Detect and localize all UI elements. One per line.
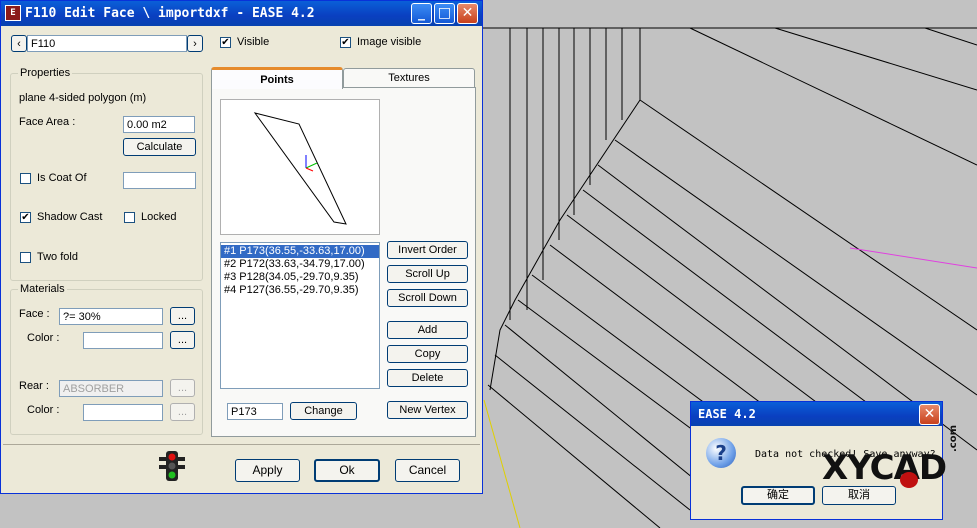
- list-item[interactable]: #2 P172(33.63,-34.79,17.00): [221, 258, 379, 271]
- two-fold-checkbox[interactable]: [20, 252, 31, 263]
- dialog-close-button[interactable]: ✕: [919, 404, 940, 425]
- rear-color-field[interactable]: [83, 404, 163, 421]
- face-color-field[interactable]: [83, 332, 163, 349]
- xycad-watermark: XYCAD .com: [822, 425, 972, 496]
- prev-face-button[interactable]: ‹: [11, 35, 27, 52]
- shadow-cast-checkbox[interactable]: ✔: [20, 212, 31, 223]
- is-coat-of-checkbox[interactable]: [20, 173, 31, 184]
- visible-checkbox[interactable]: ✔: [220, 37, 231, 48]
- face-area-field[interactable]: 0.00 m2: [123, 116, 195, 133]
- face-material-label: Face :: [19, 308, 50, 320]
- point-edit-field[interactable]: P173: [227, 403, 283, 420]
- image-visible-checkbox[interactable]: ✔: [340, 37, 351, 48]
- rear-color-browse-button: ...: [170, 403, 195, 421]
- face-area-label: Face Area :: [19, 116, 76, 128]
- footer-separator: [3, 444, 480, 445]
- rear-color-label: Color :: [27, 404, 60, 416]
- dialog-titlebar[interactable]: EASE 4.2 ✕: [691, 402, 942, 426]
- locked-label: Locked: [141, 211, 177, 223]
- watermark-logo-mark: [900, 472, 918, 488]
- list-item[interactable]: #4 P127(36.55,-29.70,9.35): [221, 284, 379, 297]
- visible-label: Visible: [237, 36, 270, 48]
- materials-legend: Materials: [18, 283, 67, 295]
- list-item[interactable]: #3 P128(34.05,-29.70,9.35): [221, 271, 379, 284]
- dialog-confirm-button[interactable]: 确定: [741, 486, 815, 505]
- cancel-button[interactable]: Cancel: [395, 459, 460, 482]
- maximize-button[interactable]: □: [434, 3, 455, 24]
- face-material-browse-button[interactable]: ...: [170, 307, 195, 325]
- face-preview-polygon: [253, 112, 347, 225]
- edit-face-window: E F110 Edit Face \ importdxf - EASE 4.2 …: [0, 0, 483, 494]
- face-material-field[interactable]: ?= 30%: [59, 308, 163, 325]
- app-icon: E: [5, 5, 21, 21]
- change-button[interactable]: Change: [290, 402, 357, 420]
- face-preview: [220, 99, 380, 235]
- delete-button[interactable]: Delete: [387, 369, 468, 387]
- image-visible-label: Image visible: [357, 36, 422, 48]
- invert-order-button[interactable]: Invert Order: [387, 241, 468, 259]
- rear-material-browse-button: ...: [170, 379, 195, 397]
- add-button[interactable]: Add: [387, 321, 468, 339]
- apply-button[interactable]: Apply: [235, 459, 300, 482]
- question-icon: ?: [706, 438, 736, 468]
- new-vertex-button[interactable]: New Vertex: [387, 401, 468, 419]
- list-item[interactable]: #1 P173(36.55,-33.63,17.00): [221, 245, 379, 258]
- close-button[interactable]: ✕: [457, 3, 478, 24]
- copy-button[interactable]: Copy: [387, 345, 468, 363]
- scroll-down-button[interactable]: Scroll Down: [387, 289, 468, 307]
- two-fold-label: Two fold: [37, 251, 78, 263]
- tab-points[interactable]: Points: [211, 67, 343, 89]
- face-type-text: plane 4-sided polygon (m): [19, 92, 147, 104]
- properties-legend: Properties: [18, 67, 73, 79]
- tab-textures[interactable]: Textures: [343, 68, 475, 88]
- next-face-button[interactable]: ›: [187, 35, 203, 52]
- face-id-field[interactable]: F110: [27, 35, 187, 52]
- dialog-title: EASE 4.2: [698, 407, 756, 421]
- window-title: F110 Edit Face \ importdxf - EASE 4.2: [25, 6, 315, 21]
- watermark-suffix: .com: [948, 424, 959, 452]
- ok-button[interactable]: Ok: [314, 459, 380, 482]
- rear-material-field: ABSORBER: [59, 380, 163, 397]
- is-coat-of-label: Is Coat Of: [37, 172, 87, 184]
- points-list[interactable]: #1 P173(36.55,-33.63,17.00) #2 P172(33.6…: [220, 242, 380, 389]
- is-coat-of-field[interactable]: [123, 172, 196, 189]
- face-color-label: Color :: [27, 332, 60, 344]
- rear-material-label: Rear :: [19, 380, 49, 392]
- scroll-up-button[interactable]: Scroll Up: [387, 265, 468, 283]
- face-color-browse-button[interactable]: ...: [170, 331, 195, 349]
- traffic-light-icon: [157, 449, 187, 483]
- window-titlebar[interactable]: E F110 Edit Face \ importdxf - EASE 4.2 …: [1, 1, 482, 26]
- locked-checkbox[interactable]: [124, 212, 135, 223]
- minimize-button[interactable]: _: [411, 3, 432, 24]
- calculate-button[interactable]: Calculate: [123, 138, 196, 156]
- shadow-cast-label: Shadow Cast: [37, 211, 103, 223]
- watermark-text: XYCAD: [822, 448, 947, 488]
